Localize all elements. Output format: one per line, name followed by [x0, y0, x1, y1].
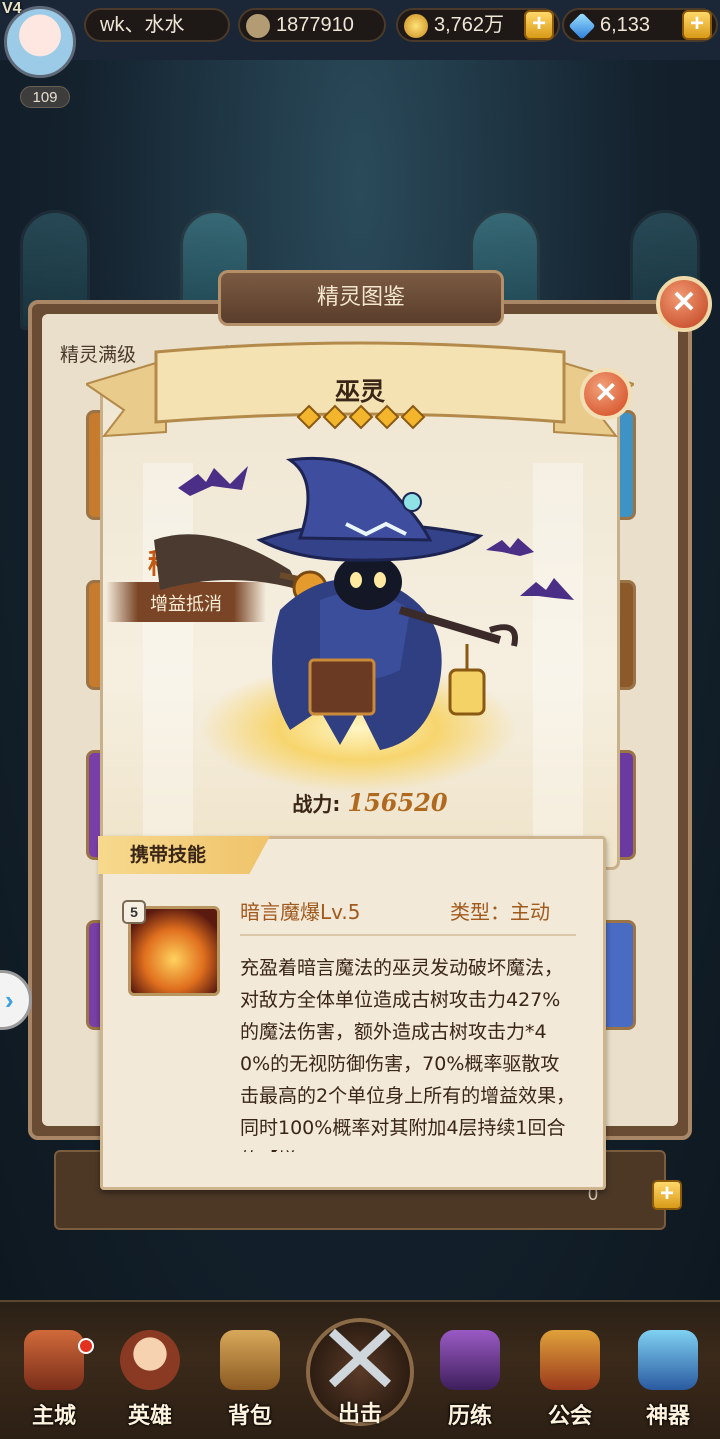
skill-type: 类型：主动 [450, 900, 550, 924]
player-name: wk、水水 [100, 14, 185, 36]
star-icon [322, 404, 348, 430]
trial-icon [440, 1330, 500, 1390]
nav-backpack[interactable]: 背包 [202, 1330, 298, 1430]
top-bar: V4 109 wk、水水 1877910 3,762万 + 6,133 + [0, 0, 720, 108]
gold-coin-icon [404, 14, 428, 38]
nav-trial[interactable]: 历练 [422, 1330, 518, 1430]
notification-dot [78, 1338, 94, 1354]
nav-label: 神器 [645, 1404, 690, 1429]
bat-icon [520, 578, 574, 600]
nav-label: 背包 [227, 1404, 272, 1429]
castle-icon [24, 1330, 84, 1390]
skill-description[interactable]: 充盈着暗言魔法的巫灵发动破坏魔法，对敌方全体单位造成古树攻击力427%的魔法伤害… [240, 952, 576, 1152]
backpack-icon [220, 1330, 280, 1390]
nav-label: 出击 [337, 1402, 382, 1427]
chevron-right-icon: › [5, 985, 14, 1015]
power-value: 156520 [347, 788, 448, 817]
star-icon [400, 404, 426, 430]
combat-power-value: 1877910 [276, 14, 354, 36]
skill-divider [240, 934, 576, 936]
witch-spirit-sprite [154, 456, 574, 750]
detail-close-button[interactable]: ✕ [580, 368, 632, 420]
star-icon [374, 404, 400, 430]
codex-title: 精灵图鉴 [218, 270, 504, 326]
nav-artifact[interactable]: 神器 [620, 1330, 716, 1430]
power-label: 战力: [292, 792, 341, 816]
crossed-swords-icon [246, 14, 270, 38]
crossed-swords-icon [328, 1328, 392, 1388]
gold-value: 3,762万 [434, 14, 505, 36]
nav-label: 公会 [547, 1404, 592, 1429]
player-level-badge: 109 [20, 86, 70, 108]
gem-value: 6,133 [600, 14, 651, 36]
nav-label: 英雄 [127, 1404, 172, 1429]
guild-icon [540, 1330, 600, 1390]
nav-label: 历练 [447, 1404, 492, 1429]
diamond-icon [568, 12, 596, 40]
nav-label: 主城 [31, 1404, 76, 1429]
nav-guild[interactable]: 公会 [522, 1330, 618, 1430]
artifact-icon [638, 1330, 698, 1390]
spirit-name: 巫灵 [334, 377, 385, 406]
close-icon: ✕ [671, 286, 697, 319]
star-icon [296, 404, 322, 430]
player-avatar[interactable]: V4 [0, 0, 86, 92]
bat-icon [486, 538, 534, 556]
nav-battle[interactable]: 出击 [306, 1318, 414, 1427]
star-rating [296, 404, 426, 430]
codex-close-button[interactable]: ✕ [656, 276, 712, 332]
nav-heroes[interactable]: 英雄 [102, 1330, 198, 1430]
add-gem-button[interactable]: + [682, 10, 712, 40]
hero-icon [120, 1330, 180, 1390]
skill-name: 暗言魔爆Lv.5 [240, 900, 361, 924]
skill-section-title: 携带技能 [98, 836, 270, 874]
player-name-pill: wk、水水 [84, 8, 230, 42]
add-gold-button[interactable]: + [524, 10, 554, 40]
bat-icon [178, 466, 248, 496]
skill-level-badge: 5 [122, 900, 146, 924]
lower-add-button[interactable]: + [652, 1180, 682, 1210]
vip-level: V4 [2, 0, 22, 17]
close-icon: ✕ [594, 377, 618, 408]
star-icon [348, 404, 374, 430]
spirit-power: 战力: 156520 [250, 788, 490, 817]
combat-power-pill: 1877910 [238, 8, 386, 42]
